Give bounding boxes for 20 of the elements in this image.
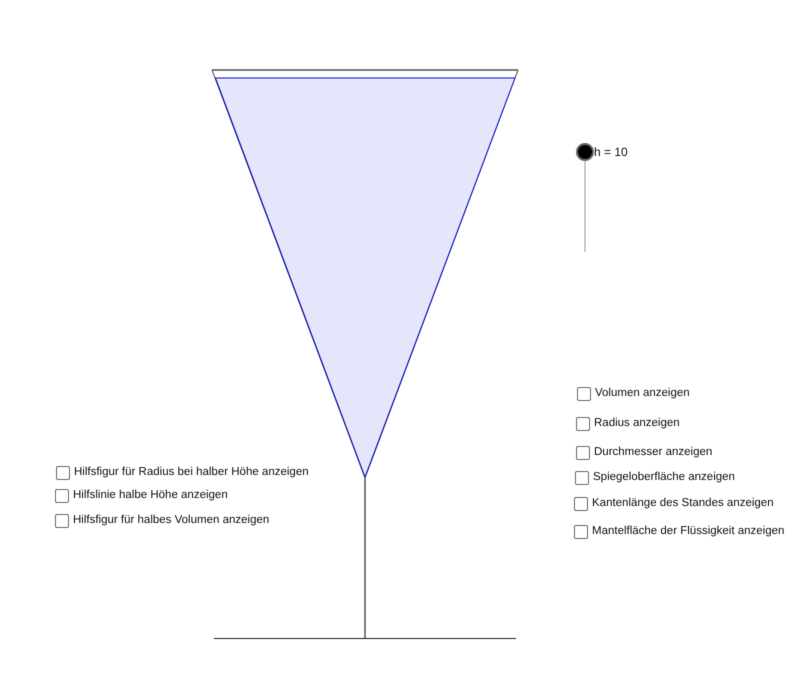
- checkbox[interactable]: [576, 416, 590, 430]
- checkbox[interactable]: [576, 446, 590, 460]
- slider-thumb[interactable]: [576, 143, 594, 161]
- checkbox-label: Kantenlänge des Standes anzeigen: [592, 496, 774, 511]
- checkbox[interactable]: [574, 496, 588, 510]
- checkbox-label: Radius anzeigen: [594, 416, 680, 431]
- checkbox-label: Spiegeloberfläche anzeigen: [593, 470, 735, 485]
- checkbox[interactable]: [55, 488, 69, 502]
- checkbox[interactable]: [575, 470, 589, 484]
- checkbox[interactable]: [577, 386, 591, 400]
- checkbox[interactable]: [56, 466, 70, 480]
- checkbox-label: Durchmesser anzeigen: [594, 445, 712, 460]
- checkbox-label: Volumen anzeigen: [595, 386, 690, 401]
- checkbox-label: Hilfsfigur für Radius bei halber Höhe anzeigen: [74, 465, 309, 480]
- checkbox-label: Mantelfläche der Flüssigkeit anzeigen: [592, 524, 784, 539]
- checkbox-label: Hilfsfigur für halbes Volumen anzeigen: [73, 513, 270, 528]
- checkbox[interactable]: [55, 514, 69, 528]
- checkbox-label: Hilfslinie halbe Höhe anzeigen: [73, 488, 228, 503]
- checkbox[interactable]: [574, 524, 588, 538]
- slider-label: h = 10: [594, 144, 628, 160]
